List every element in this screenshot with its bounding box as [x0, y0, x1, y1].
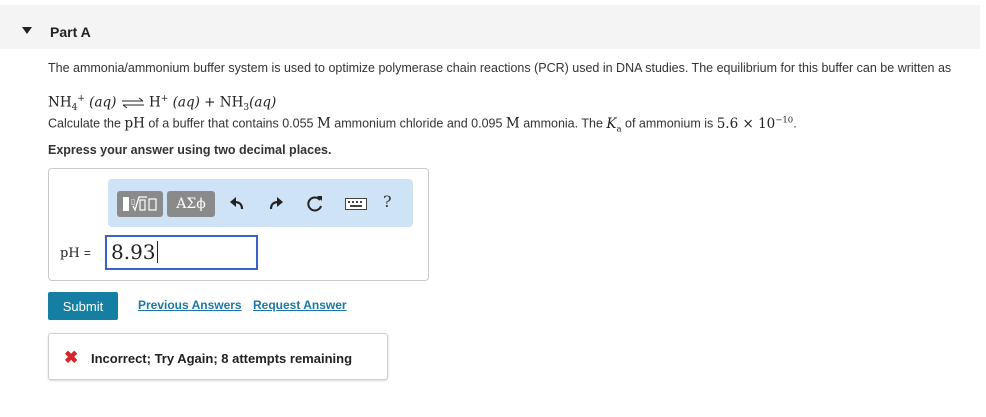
equals-sign: =: [83, 246, 91, 260]
part-title: Part A: [50, 24, 91, 40]
greek-symbols-button[interactable]: ΑΣϕ: [167, 191, 215, 217]
redo-icon[interactable]: [265, 193, 287, 215]
ph-answer-value: 8.93: [111, 240, 156, 264]
question-part5: of ammonium is: [621, 116, 717, 131]
plus-sign: +: [204, 94, 216, 111]
equilibrium-equation: NH4+ (aq) H+ (aq) + NH3(aq): [48, 94, 276, 113]
part-header[interactable]: Part A: [0, 5, 980, 49]
question-text: Calculate the pH of a buffer that contai…: [48, 115, 797, 134]
ph-label: pH =: [60, 246, 91, 261]
product1-charge: +: [160, 94, 169, 104]
keyboard-icon[interactable]: [343, 193, 369, 215]
svg-text:▯: ▯: [131, 197, 135, 206]
ka-value: 5.6 × 10−10: [716, 115, 794, 132]
reset-icon[interactable]: [304, 193, 326, 215]
ka-letter: K: [606, 115, 617, 132]
undo-icon[interactable]: [226, 193, 248, 215]
text-cursor: [156, 241, 158, 263]
template-icon: ▯: [123, 196, 157, 212]
product1-state: (aq): [172, 94, 200, 111]
reactant-charge: +: [77, 94, 85, 104]
ka-exponent: −10: [775, 115, 794, 125]
product2-state: (aq): [249, 94, 277, 111]
molar-unit: M: [316, 115, 331, 132]
previous-answers-link[interactable]: Previous Answers: [138, 298, 242, 312]
molar-unit: M: [505, 115, 520, 132]
ka-mantissa: 5.6 × 10: [716, 115, 776, 132]
answer-instruction: Express your answer using two decimal pl…: [48, 143, 332, 157]
ph-symbol: pH: [124, 115, 145, 132]
request-answer-link[interactable]: Request Answer: [253, 298, 347, 312]
template-button[interactable]: ▯: [117, 191, 163, 217]
question-part1: Calculate the: [48, 116, 125, 131]
question-part3: ammonium chloride and 0.095: [330, 116, 506, 131]
collapse-caret-icon[interactable]: [22, 27, 32, 34]
equilibrium-arrows-icon: [121, 97, 144, 108]
ph-answer-input[interactable]: 8.93: [105, 235, 258, 270]
question-period: .: [793, 116, 797, 131]
product2-formula: NH: [219, 94, 244, 111]
math-toolbar: ▯ ΑΣϕ ?: [108, 179, 413, 227]
reactant-state: (aq): [89, 94, 117, 111]
feedback-box: ✖ Incorrect; Try Again; 8 attempts remai…: [48, 333, 388, 380]
ph-label-text: pH: [60, 246, 80, 261]
feedback-message: Incorrect; Try Again; 8 attempts remaini…: [91, 351, 353, 366]
question-part4: ammonia. The: [519, 116, 607, 131]
product1-formula: H: [149, 94, 161, 111]
reactant-subscript: 4: [71, 103, 78, 114]
help-button[interactable]: ?: [383, 192, 392, 211]
problem-intro: The ammonia/ammonium buffer system is us…: [48, 61, 952, 75]
incorrect-x-icon: ✖: [64, 348, 79, 367]
question-part2: of a buffer that contains 0.055: [144, 116, 317, 131]
ka-symbol: Ka: [606, 115, 621, 135]
submit-button[interactable]: Submit: [48, 292, 118, 320]
reactant-formula: NH: [48, 94, 72, 111]
answer-box: ▯ ΑΣϕ ? pH = 8.93: [48, 168, 429, 281]
